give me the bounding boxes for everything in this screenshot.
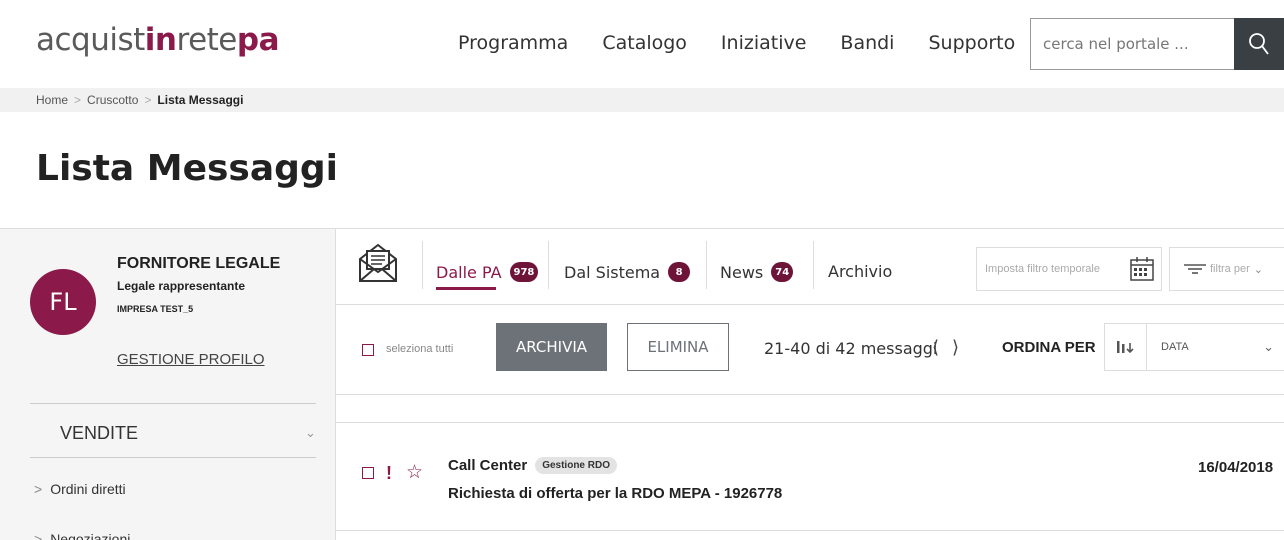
divider xyxy=(30,403,316,404)
tab-news[interactable]: News 74 xyxy=(720,262,794,282)
message-count: 21-40 di 42 messaggi xyxy=(764,339,938,358)
chevron-right-icon: > xyxy=(34,531,43,540)
breadcrumb-current: Lista Messaggi xyxy=(157,93,244,107)
sort-label: ORDINA PER xyxy=(1002,339,1096,356)
select-all-checkbox[interactable] xyxy=(362,344,374,356)
breadcrumb-separator: > xyxy=(144,93,152,107)
sidebar-item-negoziazioni[interactable]: > Negoziazioni xyxy=(34,531,130,540)
count-badge: 8 xyxy=(668,262,691,282)
select-all-label[interactable]: seleziona tutti xyxy=(386,343,453,355)
search-button[interactable] xyxy=(1234,18,1284,70)
tab-label: Dal Sistema xyxy=(564,262,661,282)
breadcrumb-cruscotto[interactable]: Cruscotto xyxy=(87,93,138,107)
sidebar: FL FORNITORE LEGALE Legale rappresentant… xyxy=(0,228,335,540)
profile-link[interactable]: GESTIONE PROFILO xyxy=(117,351,265,368)
message-subject[interactable]: Richiesta di offerta per la RDO MEPA - 1… xyxy=(448,485,782,502)
sort-value: DATA xyxy=(1161,341,1189,353)
nav-iniziative[interactable]: Iniziative xyxy=(721,32,806,54)
nav-catalogo[interactable]: Catalogo xyxy=(602,32,687,54)
breadcrumb-separator: > xyxy=(74,93,82,107)
nav-supporto[interactable]: Supporto xyxy=(928,32,1015,54)
user-company: IMPRESA TEST_5 xyxy=(117,304,194,314)
message-date: 16/04/2018 xyxy=(1198,459,1274,476)
tab-label: Archivio xyxy=(828,262,893,281)
divider xyxy=(813,241,814,289)
nav-bandi[interactable]: Bandi xyxy=(840,32,894,54)
filter-by-label: filtra per xyxy=(1210,263,1250,275)
prev-page-icon[interactable]: ⟨ xyxy=(932,337,939,358)
search-icon xyxy=(1249,33,1269,55)
chevron-down-icon[interactable]: ⌄ xyxy=(305,425,316,441)
chevron-right-icon: > xyxy=(34,481,43,497)
sidebar-item-label: Ordini diretti xyxy=(50,481,126,497)
logo-part: pa xyxy=(236,22,280,58)
message-sender: Call Center Gestione RDO xyxy=(448,457,617,474)
sort-dropdown[interactable]: DATA ⌄ xyxy=(1104,323,1284,371)
page-title: Lista Messaggi xyxy=(36,148,339,189)
tab-archivio[interactable]: Archivio xyxy=(828,262,892,281)
list-item xyxy=(336,395,1284,423)
filter-icon xyxy=(1184,264,1206,274)
message-row[interactable]: ! ☆ Call Center Gestione RDO Richiesta d… xyxy=(336,423,1284,531)
chevron-down-icon: ⌄ xyxy=(1253,263,1263,276)
priority-icon[interactable]: ! xyxy=(386,463,392,484)
tab-dal-sistema[interactable]: Dal Sistema 8 xyxy=(564,262,691,282)
sort-order-icon[interactable] xyxy=(1105,324,1147,370)
sidebar-item-ordini-diretti[interactable]: > Ordini diretti xyxy=(34,481,126,497)
tab-label: News xyxy=(720,262,764,282)
logo-part: rete xyxy=(176,22,238,58)
search-input[interactable] xyxy=(1031,19,1231,69)
divider xyxy=(548,241,549,289)
tab-bar: Dalle PA 978 Dal Sistema 8 News 74 Archivio… xyxy=(336,229,1284,305)
message-checkbox[interactable] xyxy=(362,467,374,479)
calendar-icon xyxy=(1130,257,1154,281)
filter-by-dropdown[interactable]: filtra per ⌄ xyxy=(1169,247,1284,291)
archive-button[interactable]: ARCHIVIA xyxy=(496,323,607,371)
count-badge: 978 xyxy=(509,262,539,282)
envelope-icon xyxy=(359,243,397,282)
star-icon[interactable]: ☆ xyxy=(406,461,423,484)
breadcrumb: Home > Cruscotto > Lista Messaggi xyxy=(0,88,1284,112)
date-filter-input[interactable]: Imposta filtro temporale xyxy=(976,247,1162,291)
avatar: FL xyxy=(30,269,96,335)
message-tag: Gestione RDO xyxy=(535,457,617,474)
tab-dalle-pa[interactable]: Dalle PA 978 xyxy=(436,262,539,290)
user-name: FORNITORE LEGALE xyxy=(117,255,281,272)
delete-button[interactable]: ELIMINA xyxy=(627,323,729,371)
divider xyxy=(422,241,423,289)
sender-name: Call Center xyxy=(448,457,528,474)
count-badge: 74 xyxy=(771,262,794,282)
logo-part: in xyxy=(144,22,177,58)
tab-label: Dalle PA xyxy=(436,262,502,282)
chevron-down-icon: ⌄ xyxy=(1263,339,1274,354)
site-logo[interactable]: acquistinretepa xyxy=(36,22,279,58)
sidebar-section-vendite[interactable]: VENDITE xyxy=(60,423,138,444)
message-panel: Dalle PA 978 Dal Sistema 8 News 74 Archivio… xyxy=(335,228,1284,540)
divider xyxy=(706,241,707,289)
breadcrumb-home[interactable]: Home xyxy=(36,93,68,107)
nav-programma[interactable]: Programma xyxy=(458,32,568,54)
message-toolbar: seleziona tutti ARCHIVIA ELIMINA 21-40 d… xyxy=(336,305,1284,395)
logo-part: acquist xyxy=(36,22,145,58)
main-nav: Programma Catalogo Iniziative Bandi Supp… xyxy=(458,32,1049,54)
divider xyxy=(30,457,316,458)
date-filter-placeholder: Imposta filtro temporale xyxy=(985,263,1100,275)
user-role: Legale rappresentante xyxy=(117,279,246,293)
sidebar-item-label: Negoziazioni xyxy=(50,531,131,540)
site-header: acquistinretepa Programma Catalogo Inizi… xyxy=(0,0,1284,88)
next-page-icon[interactable]: ⟩ xyxy=(952,337,959,358)
search-box xyxy=(1030,18,1266,70)
